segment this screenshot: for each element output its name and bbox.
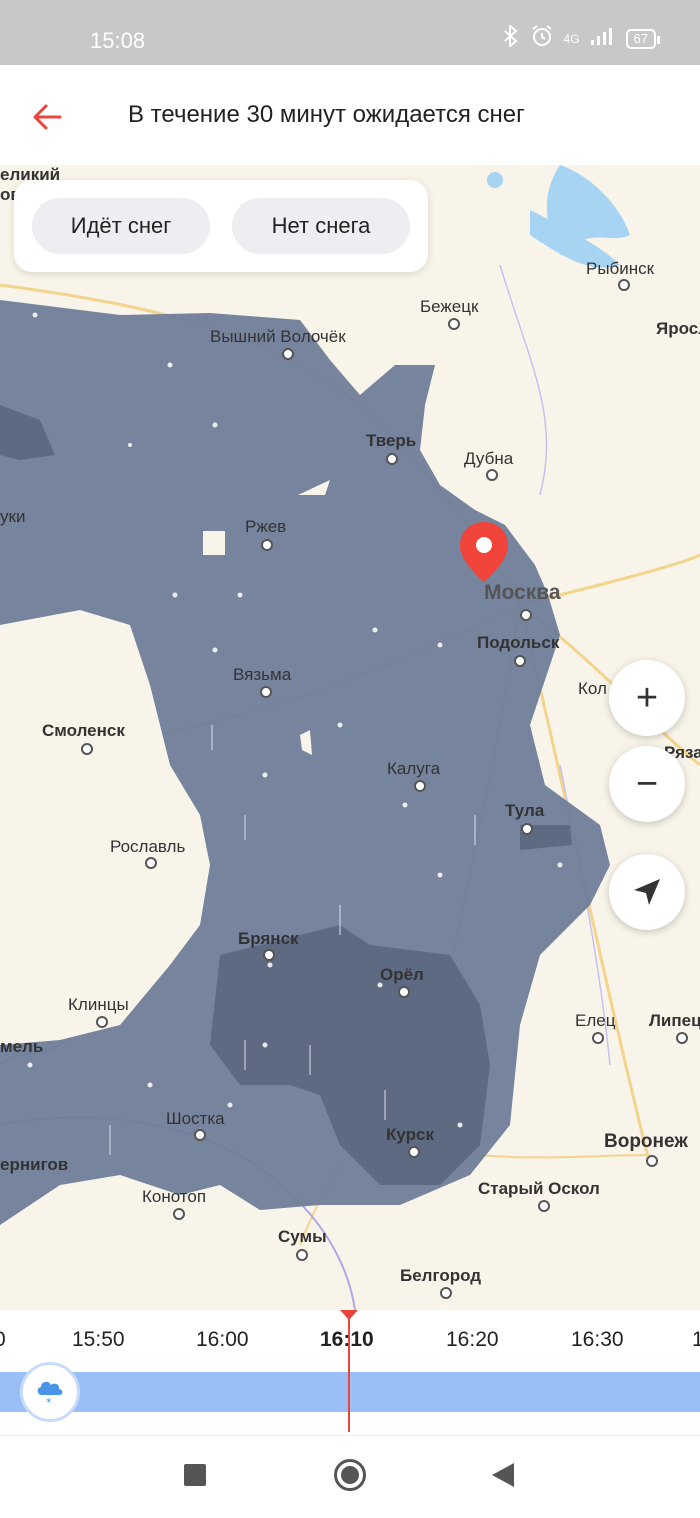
city-label-chernigov: ернигов — [0, 1155, 69, 1174]
snow-cloud-icon[interactable]: * — [20, 1362, 80, 1422]
playhead-marker — [340, 1310, 358, 1320]
status-time: 15:08 — [90, 28, 146, 53]
zoom-in-button[interactable]: + — [609, 660, 685, 736]
city-label-kaluga: Калуга — [387, 759, 441, 778]
bluetooth-icon — [502, 23, 520, 52]
page-title: В течение 30 минут ожидается снег — [128, 101, 525, 128]
city-dot — [194, 1129, 206, 1141]
city-dot — [81, 743, 93, 755]
city-label-orel: Орёл — [380, 965, 424, 984]
precip-filter-panel: Идёт снег Нет снега — [14, 180, 428, 272]
city-dot — [386, 453, 398, 465]
zoom-out-button[interactable]: − — [609, 746, 685, 822]
city-dot — [514, 655, 526, 667]
status-bar: 15:08 4G 67 — [0, 0, 700, 65]
city-label-staryoskol: Старый Оскол — [478, 1179, 600, 1198]
city-label-vyshniy: Вышний Волочёк — [210, 327, 346, 346]
city-label-bezhetsk: Бежецк — [420, 297, 479, 316]
city-label-bryansk: Брянск — [238, 929, 299, 948]
network-type: 4G — [563, 31, 580, 46]
city-dot — [618, 279, 630, 291]
city-dot — [448, 318, 460, 330]
navigation-arrow-icon — [634, 879, 660, 905]
system-nav-bar — [0, 1435, 700, 1518]
city-label-rybinsk: Рыбинск — [586, 259, 655, 278]
city-dot — [263, 949, 275, 961]
timeline-tick: 15:50 — [72, 1328, 125, 1351]
timeline-tick: 1 — [692, 1328, 700, 1351]
city-label-elets: Елец — [575, 1011, 616, 1030]
city-label-voronezh: Воронеж — [604, 1131, 688, 1152]
city-dot — [260, 686, 272, 698]
city-dot — [173, 1208, 185, 1220]
timeline-tick: 16:00 — [196, 1328, 249, 1351]
home-button[interactable] — [334, 1459, 366, 1491]
city-dot — [408, 1146, 420, 1158]
city-dot — [592, 1032, 604, 1044]
city-dot — [676, 1032, 688, 1044]
header: В течение 30 минут ожидается снег — [0, 65, 700, 165]
city-dot — [414, 780, 426, 792]
city-label-tver: Тверь — [366, 431, 417, 450]
city-label-shostka: Шостка — [166, 1109, 225, 1128]
city-dot — [261, 539, 273, 551]
city-dot — [145, 857, 157, 869]
timeline-playhead[interactable] — [348, 1310, 350, 1432]
timeline-tick-current: 16:10 — [320, 1328, 374, 1351]
city-label-gomel: мель — [0, 1037, 44, 1056]
city-dot — [520, 609, 532, 621]
timeline-bar[interactable] — [0, 1372, 700, 1412]
plus-icon: + — [635, 677, 659, 719]
battery-indicator: 67 — [625, 28, 661, 49]
city-label-roslavl: Рославль — [110, 837, 186, 856]
svg-text:*: * — [46, 1396, 52, 1409]
alarm-icon — [530, 24, 554, 53]
minus-icon: − — [635, 763, 659, 805]
city-label-moskva: Москва — [484, 581, 561, 604]
city-dot — [486, 469, 498, 481]
city-dot — [296, 1249, 308, 1261]
city-label-yaros: Яросл — [656, 319, 700, 338]
recent-apps-button[interactable] — [184, 1464, 206, 1486]
city-dot — [398, 986, 410, 998]
signal-icon — [590, 26, 616, 51]
city-label-klintsy: Клинцы — [68, 995, 129, 1014]
city-label-lipetsk: Липец — [649, 1011, 700, 1030]
my-location-button[interactable] — [609, 854, 685, 930]
timeline-tick: 16:20 — [446, 1328, 499, 1351]
city-label-vyazma: Вязьма — [233, 665, 292, 684]
no-snow-filter-button[interactable]: Нет снега — [232, 198, 410, 254]
status-icons: 4G 67 — [502, 23, 661, 53]
city-dot — [646, 1155, 658, 1167]
snow-filter-button[interactable]: Идёт снег — [32, 198, 210, 254]
forecast-timeline[interactable]: 0 15:50 16:00 16:10 16:20 16:30 1 * — [0, 1310, 700, 1435]
city-dot — [96, 1016, 108, 1028]
arrow-left-icon — [33, 104, 62, 130]
back-nav-button[interactable] — [492, 1463, 514, 1487]
city-label-dubna: Дубна — [464, 449, 514, 468]
city-label-tula: Тула — [505, 801, 545, 820]
city-label-kursk: Курск — [386, 1125, 434, 1144]
city-dot — [521, 823, 533, 835]
city-label-kol: Кол — [578, 679, 607, 698]
city-dot — [538, 1200, 550, 1212]
timeline-tick: 16:30 — [571, 1328, 624, 1351]
city-label-ruki: уки — [0, 507, 26, 526]
city-label-sumy: Сумы — [278, 1227, 327, 1246]
city-label-rzhev: Ржев — [245, 517, 287, 536]
city-label-belgorod: Белгород — [400, 1266, 482, 1285]
weather-map[interactable]: еликий ов Рыбинск Яросл Бежецк Вышний Во… — [0, 165, 700, 1310]
back-button[interactable] — [28, 97, 68, 137]
city-label-podolsk: Подольск — [477, 633, 560, 652]
timeline-tick: 0 — [0, 1328, 6, 1352]
location-pin-icon[interactable] — [458, 520, 510, 584]
city-dot — [440, 1287, 452, 1299]
city-label-smolensk: Смоленск — [42, 721, 125, 740]
city-label-konotop: Конотоп — [142, 1187, 207, 1206]
city-dot — [282, 348, 294, 360]
